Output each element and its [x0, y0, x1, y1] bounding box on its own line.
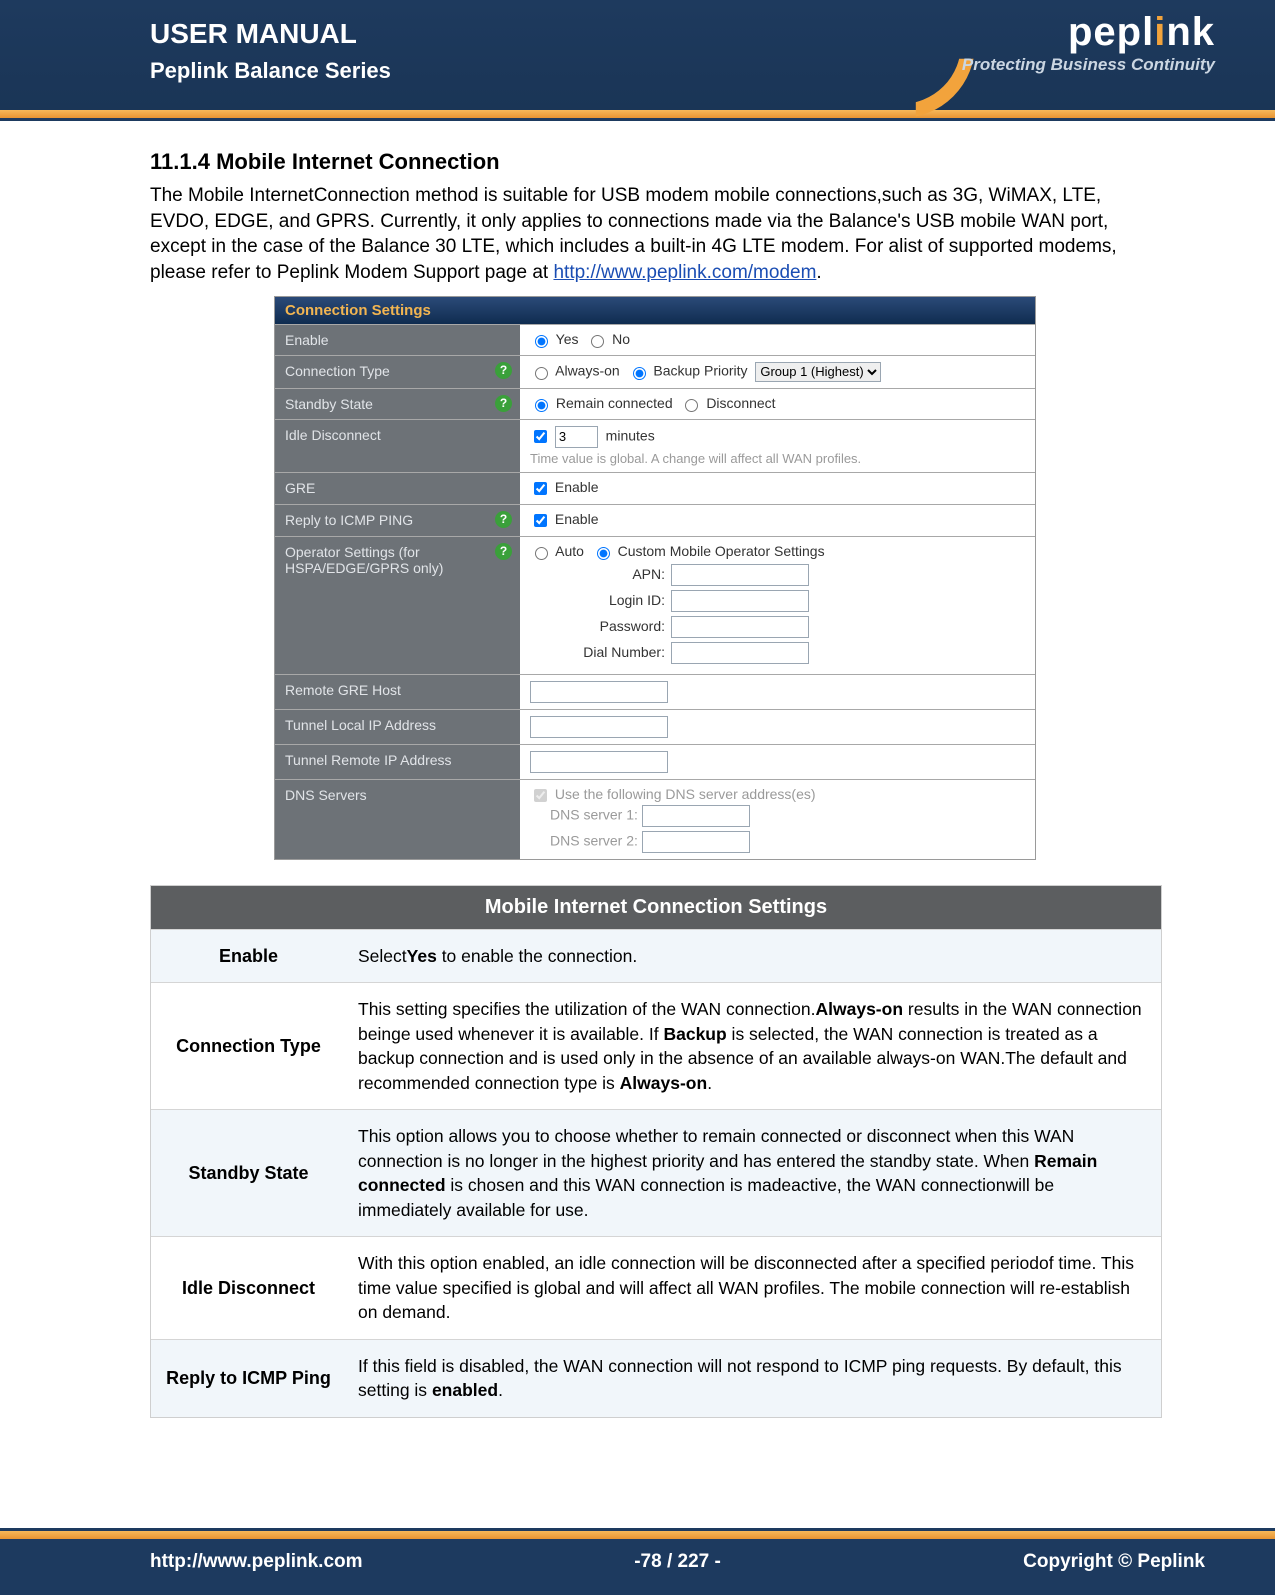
setting-name: Reply to ICMP Ping [151, 1340, 346, 1417]
oper-custom-radio[interactable] [597, 547, 610, 560]
idle-note: Time value is global. A change will affe… [530, 451, 1025, 466]
standby-disconnect-radio[interactable] [685, 399, 698, 412]
divider-orange [0, 110, 1275, 118]
backup-priority-select[interactable]: Group 1 (Highest) [755, 362, 881, 382]
label-gre: GRE [275, 473, 520, 504]
connection-settings-panel: Connection Settings Enable Yes No Connec… [274, 296, 1036, 860]
help-icon[interactable]: ? [495, 543, 512, 560]
apn-input[interactable] [671, 564, 809, 586]
setting-description: This setting specifies the utilization o… [346, 983, 1161, 1109]
dns1-input[interactable] [642, 805, 750, 827]
dial-input[interactable] [671, 642, 809, 664]
modem-support-link[interactable]: http://www.peplink.com/modem [553, 262, 816, 283]
login-input[interactable] [671, 590, 809, 612]
dns-checkbox [534, 789, 547, 802]
help-icon[interactable]: ? [495, 395, 512, 412]
help-icon[interactable]: ? [495, 362, 512, 379]
password-input[interactable] [671, 616, 809, 638]
icmp-checkbox[interactable] [534, 514, 547, 527]
tunnel-remote-input[interactable] [530, 751, 668, 773]
brand-logo: peplink [1068, 10, 1215, 54]
remote-gre-input[interactable] [530, 681, 668, 703]
label-idle-disconnect: Idle Disconnect [275, 420, 520, 472]
setting-name: Enable [151, 930, 346, 983]
oper-auto-radio[interactable] [535, 547, 548, 560]
table-row: EnableSelectYes to enable the connection… [151, 929, 1161, 983]
label-tunnel-local: Tunnel Local IP Address [275, 710, 520, 744]
table-row: Idle DisconnectWith this option enabled,… [151, 1236, 1161, 1339]
table-row: Connection TypeThis setting specifies th… [151, 982, 1161, 1109]
panel-title: Connection Settings [275, 297, 1035, 324]
setting-description: This option allows you to choose whether… [346, 1110, 1161, 1236]
label-dns: DNS Servers [275, 780, 520, 859]
label-tunnel-remote: Tunnel Remote IP Address [275, 745, 520, 779]
table-title: Mobile Internet Connection Settings [151, 886, 1161, 929]
dns2-input[interactable] [642, 831, 750, 853]
label-connection-type: Connection Type? [275, 356, 520, 388]
conn-backup-radio[interactable] [633, 367, 646, 380]
label-icmp: Reply to ICMP PING? [275, 505, 520, 536]
footer: http://www.peplink.com -78 / 227 - Copyr… [0, 1539, 1275, 1595]
setting-name: Idle Disconnect [151, 1237, 346, 1339]
conn-always-radio[interactable] [535, 367, 548, 380]
setting-name: Standby State [151, 1110, 346, 1236]
table-row: Standby StateThis option allows you to c… [151, 1109, 1161, 1236]
header: USER MANUAL Peplink Balance Series pepli… [0, 0, 1275, 110]
gre-checkbox[interactable] [534, 482, 547, 495]
logo-arc-icon [827, 0, 975, 118]
label-enable: Enable [275, 325, 520, 355]
setting-description: SelectYes to enable the connection. [346, 930, 1161, 983]
divider-orange [0, 1531, 1275, 1539]
section-heading: 11.1.4 Mobile Internet Connection [150, 149, 1160, 175]
label-remote-gre: Remote GRE Host [275, 675, 520, 709]
table-row: Reply to ICMP PingIf this field is disab… [151, 1339, 1161, 1417]
setting-description: If this field is disabled, the WAN conne… [346, 1340, 1161, 1417]
enable-no-radio[interactable] [591, 335, 604, 348]
doc-subtitle: Peplink Balance Series [150, 58, 391, 84]
settings-description-table: Mobile Internet Connection Settings Enab… [150, 885, 1162, 1418]
help-icon[interactable]: ? [495, 511, 512, 528]
intro-paragraph: The Mobile InternetConnection method is … [150, 183, 1160, 286]
tunnel-local-input[interactable] [530, 716, 668, 738]
brand-tagline: Protecting Business Continuity [962, 55, 1215, 75]
setting-name: Connection Type [151, 983, 346, 1109]
doc-title: USER MANUAL [150, 18, 391, 50]
idle-minutes-input[interactable] [555, 426, 598, 448]
label-standby-state: Standby State? [275, 389, 520, 419]
label-operator-settings: Operator Settings (for HSPA/EDGE/GPRS on… [275, 537, 520, 674]
idle-checkbox[interactable] [534, 430, 547, 443]
setting-description: With this option enabled, an idle connec… [346, 1237, 1161, 1339]
standby-remain-radio[interactable] [535, 399, 548, 412]
enable-yes-radio[interactable] [535, 335, 548, 348]
